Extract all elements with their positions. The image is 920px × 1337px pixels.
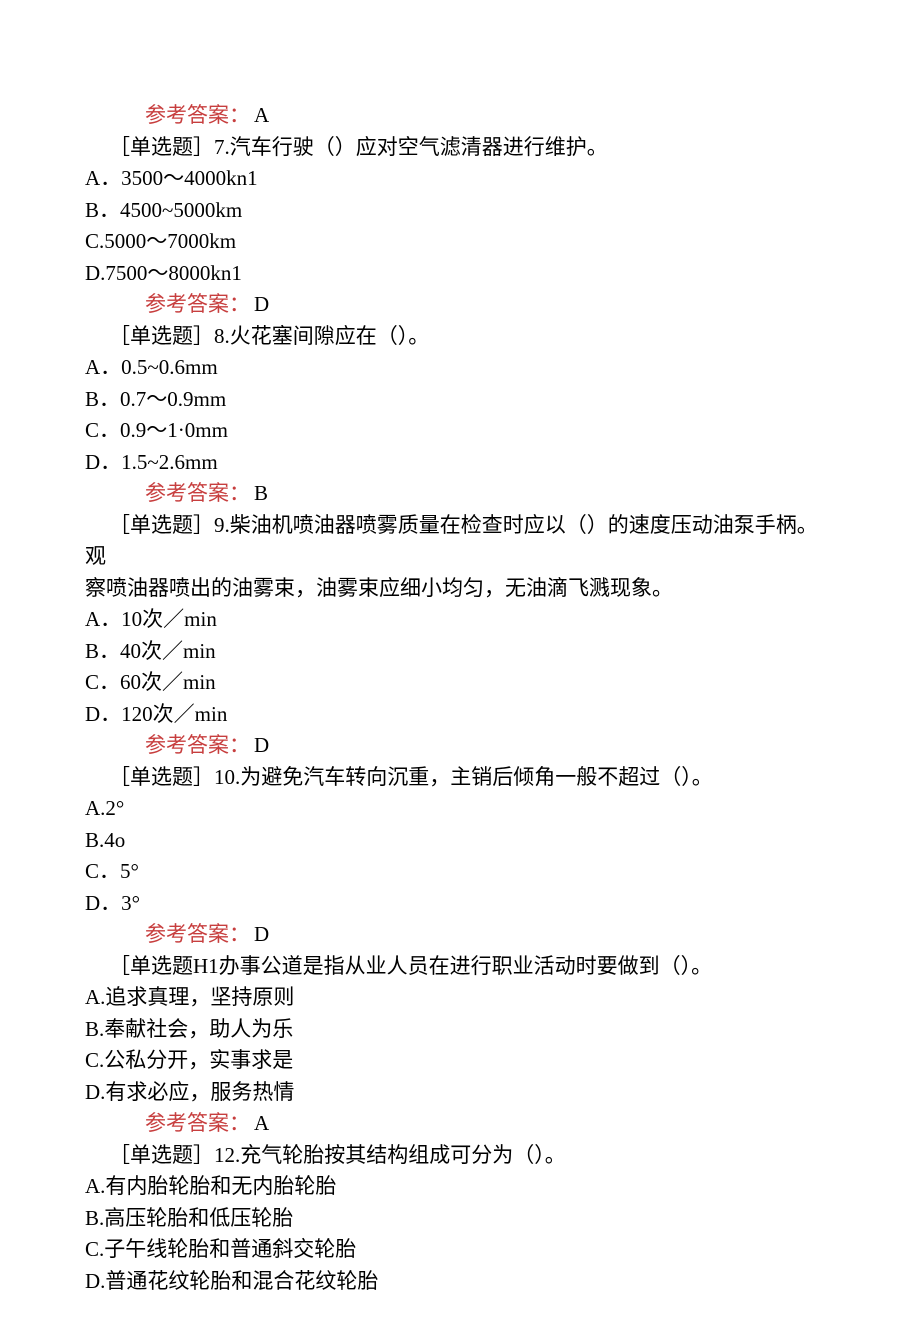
option-12b: B.高压轮胎和低压轮胎 bbox=[85, 1203, 835, 1235]
answer-line-11: 参考答案：A bbox=[85, 1108, 835, 1140]
option-11b: B.奉献社会，助人为乐 bbox=[85, 1014, 835, 1046]
answer-line-7: 参考答案：D bbox=[85, 289, 835, 321]
option-11c: C.公私分开，实事求是 bbox=[85, 1045, 835, 1077]
question-9-line2: 察喷油器喷出的油雾束，油雾束应细小均匀，无油滴飞溅现象。 bbox=[85, 573, 835, 605]
answer-label: 参考答案： bbox=[145, 481, 250, 505]
option-10c: C．5° bbox=[85, 856, 835, 888]
option-8a: A．0.5~0.6mm bbox=[85, 352, 835, 384]
option-10a: A.2° bbox=[85, 793, 835, 825]
option-12c: C.子午线轮胎和普通斜交轮胎 bbox=[85, 1234, 835, 1266]
answer-line-8: 参考答案：B bbox=[85, 478, 835, 510]
option-9d: D．120次／min bbox=[85, 699, 835, 731]
answer-value: D bbox=[254, 922, 269, 946]
answer-label: 参考答案： bbox=[145, 1111, 250, 1135]
question-11: ［单选题H1办事公道是指从业人员在进行职业活动时要做到（）。 bbox=[85, 951, 835, 983]
question-7: ［单选题］7.汽车行驶（）应对空气滤清器进行维护。 bbox=[85, 132, 835, 164]
option-7c: C.5000～7000km bbox=[85, 226, 835, 258]
option-7a: A．3500～4000kn1 bbox=[85, 163, 835, 195]
question-8: ［单选题］8.火花塞间隙应在（）。 bbox=[85, 321, 835, 353]
option-11a: A.追求真理，坚持原则 bbox=[85, 982, 835, 1014]
option-11d: D.有求必应，服务热情 bbox=[85, 1077, 835, 1109]
option-7d: D.7500～8000kn1 bbox=[85, 258, 835, 290]
question-9-line1: ［单选题］9.柴油机喷油器喷雾质量在检查时应以（）的速度压动油泵手柄。观 bbox=[85, 510, 835, 573]
option-8c: C．0.9～1·0mm bbox=[85, 415, 835, 447]
answer-value: D bbox=[254, 733, 269, 757]
question-10: ［单选题］10.为避免汽车转向沉重，主销后倾角一般不超过（）。 bbox=[85, 762, 835, 794]
option-12a: A.有内胎轮胎和无内胎轮胎 bbox=[85, 1171, 835, 1203]
option-10b: B.4o bbox=[85, 825, 835, 857]
answer-label: 参考答案： bbox=[145, 733, 250, 757]
option-9a: A．10次／min bbox=[85, 604, 835, 636]
option-12d: D.普通花纹轮胎和混合花纹轮胎 bbox=[85, 1266, 835, 1298]
option-7b: B．4500~5000km bbox=[85, 195, 835, 227]
option-8d: D．1.5~2.6mm bbox=[85, 447, 835, 479]
answer-label: 参考答案： bbox=[145, 103, 250, 127]
option-9c: C．60次／min bbox=[85, 667, 835, 699]
answer-label: 参考答案： bbox=[145, 292, 250, 316]
answer-value: A bbox=[254, 103, 269, 127]
option-8b: B．0.7～0.9mm bbox=[85, 384, 835, 416]
option-9b: B．40次／min bbox=[85, 636, 835, 668]
option-10d: D．3° bbox=[85, 888, 835, 920]
answer-value: A bbox=[254, 1111, 269, 1135]
answer-line-top: 参考答案：A bbox=[85, 100, 835, 132]
answer-label: 参考答案： bbox=[145, 922, 250, 946]
answer-line-9: 参考答案：D bbox=[85, 730, 835, 762]
answer-line-10: 参考答案：D bbox=[85, 919, 835, 951]
question-12: ［单选题］12.充气轮胎按其结构组成可分为（）。 bbox=[85, 1140, 835, 1172]
answer-value: B bbox=[254, 481, 268, 505]
answer-value: D bbox=[254, 292, 269, 316]
